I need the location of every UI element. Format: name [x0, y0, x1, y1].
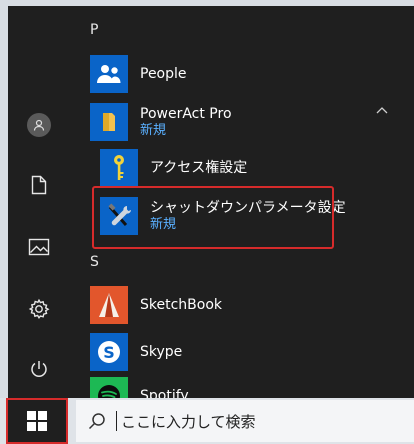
windows-logo-icon	[27, 411, 47, 431]
power-button[interactable]	[8, 346, 70, 392]
app-label: Skype	[140, 344, 183, 360]
folder-icon	[90, 103, 128, 141]
app-folder-poweract-pro[interactable]: PowerAct Pro 新規	[90, 98, 404, 146]
app-access-settings[interactable]: アクセス権設定	[100, 146, 404, 190]
search-placeholder: ここに入力して検索	[121, 412, 256, 431]
people-icon	[90, 55, 128, 93]
section-header-s[interactable]: S	[90, 254, 99, 270]
selection-highlight	[92, 186, 334, 249]
app-label: SketchBook	[140, 297, 223, 313]
start-menu-rail	[8, 6, 70, 398]
start-button[interactable]	[6, 398, 68, 444]
skype-icon: S	[90, 333, 128, 371]
new-badge: 新規	[140, 123, 167, 138]
section-header-p[interactable]: P	[90, 22, 98, 38]
settings-gear-icon	[28, 298, 50, 320]
svg-text:S: S	[103, 343, 115, 362]
key-icon	[100, 149, 138, 187]
app-sketchbook[interactable]: SketchBook	[90, 283, 404, 327]
search-icon	[88, 413, 105, 430]
spotify-icon	[90, 377, 128, 398]
app-label: PowerAct Pro	[140, 106, 232, 122]
start-menu: P People PowerAct Pro 新規 アクセス権設定 シャットダウン…	[8, 6, 414, 398]
app-label: People	[140, 66, 187, 82]
app-spotify[interactable]: Spotify	[90, 374, 404, 398]
documents-icon	[31, 175, 47, 195]
pictures-icon	[28, 238, 50, 256]
app-label-group: PowerAct Pro 新規	[140, 105, 232, 139]
app-skype[interactable]: S Skype	[90, 330, 404, 374]
taskbar-search-box[interactable]: ここに入力して検索	[76, 400, 414, 442]
taskbar: ここに入力して検索	[0, 398, 414, 444]
user-avatar-button[interactable]	[8, 102, 70, 148]
pictures-button[interactable]	[8, 224, 70, 270]
power-icon	[31, 361, 47, 377]
chevron-up-icon[interactable]	[376, 106, 388, 114]
app-label: Spotify	[140, 388, 189, 398]
settings-button[interactable]	[8, 286, 70, 332]
app-label: アクセス権設定	[150, 160, 248, 176]
sketchbook-icon	[90, 286, 128, 324]
text-cursor	[116, 411, 117, 431]
app-people[interactable]: People	[90, 52, 404, 96]
user-avatar-icon	[27, 113, 51, 137]
documents-button[interactable]	[8, 162, 70, 208]
